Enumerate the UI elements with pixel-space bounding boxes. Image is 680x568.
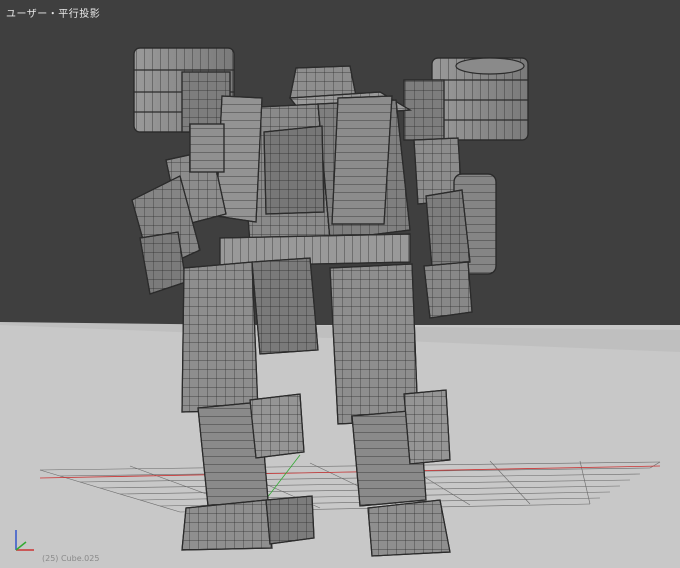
viewport-view-label[interactable]: ユーザー・平行投影	[6, 5, 100, 20]
3d-viewport[interactable]: ユーザー・平行投影 (25) Cube.025	[0, 0, 680, 568]
left-missile-pod[interactable]	[133, 47, 235, 133]
right-missile-pod[interactable]	[403, 57, 529, 141]
torso[interactable]	[215, 95, 411, 245]
viewport-scene[interactable]	[0, 0, 680, 568]
xyz-axis-gizmo-icon	[15, 530, 34, 551]
selected-object-status: (25) Cube.025	[42, 554, 100, 563]
right-arm[interactable]	[413, 137, 497, 319]
right-foot[interactable]	[367, 499, 451, 557]
waist-ring[interactable]	[219, 233, 411, 267]
